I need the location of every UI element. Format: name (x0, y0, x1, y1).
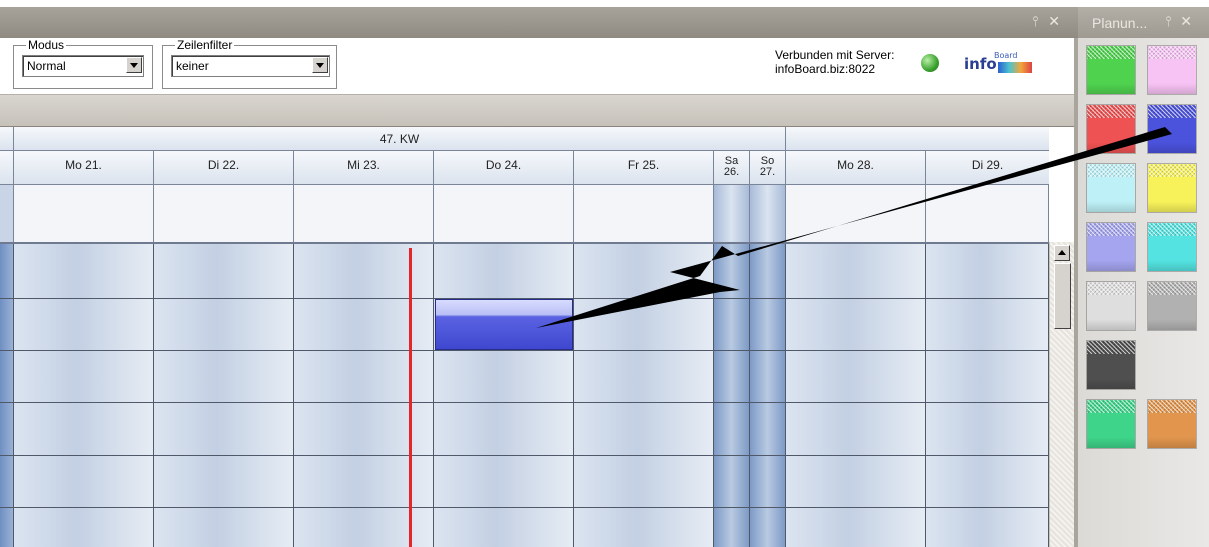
drag-arrow (536, 127, 1172, 328)
arrow-shaft (536, 127, 1172, 328)
